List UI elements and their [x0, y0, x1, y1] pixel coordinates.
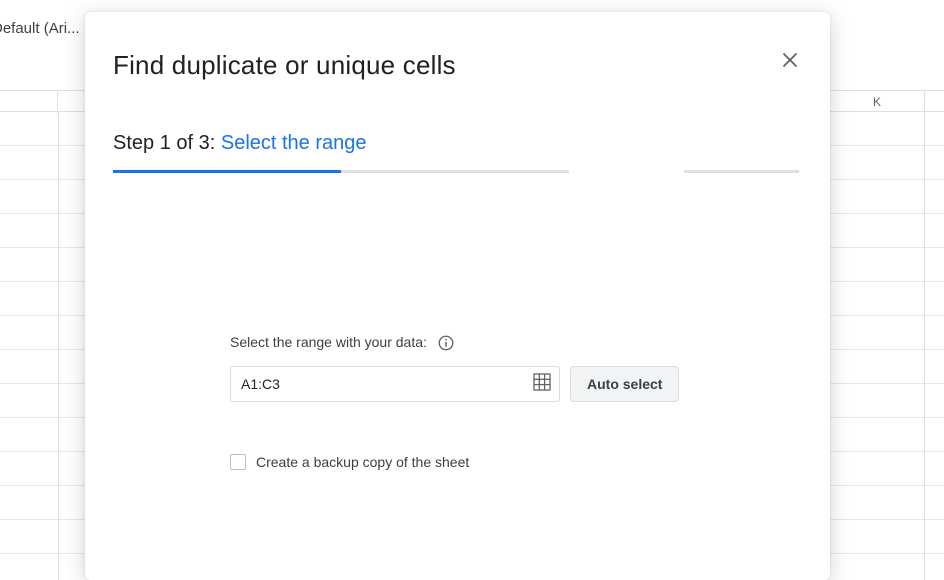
grid-divider [58, 112, 59, 580]
close-icon [782, 52, 798, 73]
dialog-title: Find duplicate or unique cells [113, 50, 456, 81]
select-range-button[interactable] [525, 367, 559, 401]
step-prefix: Step 1 of 3: [113, 132, 221, 154]
info-icon[interactable] [437, 334, 455, 352]
backup-row: Create a backup copy of the sheet [230, 454, 690, 470]
column-header-k[interactable]: K [830, 91, 925, 113]
close-button[interactable] [776, 48, 804, 76]
find-duplicates-dialog: Find duplicate or unique cells Step 1 of… [85, 12, 830, 580]
step-current-label: Select the range [221, 132, 367, 154]
column-header[interactable] [0, 91, 58, 113]
range-input[interactable] [231, 376, 525, 392]
backup-checkbox[interactable] [230, 454, 246, 470]
range-input-wrapper [230, 366, 560, 402]
grid-icon [533, 373, 551, 396]
grid-divider [924, 112, 925, 580]
progress-fill [113, 170, 341, 173]
range-input-row: Auto select [230, 366, 690, 402]
progress-bar [113, 170, 799, 173]
progress-gap [569, 169, 684, 174]
font-selector-fragment: Default (Ari... [0, 20, 80, 37]
backup-checkbox-label: Create a backup copy of the sheet [256, 454, 469, 470]
step-indicator: Step 1 of 3: Select the range [113, 132, 367, 155]
auto-select-button[interactable]: Auto select [570, 366, 679, 402]
range-field-label-row: Select the range with your data: [230, 334, 690, 352]
range-field-label: Select the range with your data: [230, 334, 427, 350]
form-area: Select the range with your data: Auto se… [230, 334, 690, 470]
